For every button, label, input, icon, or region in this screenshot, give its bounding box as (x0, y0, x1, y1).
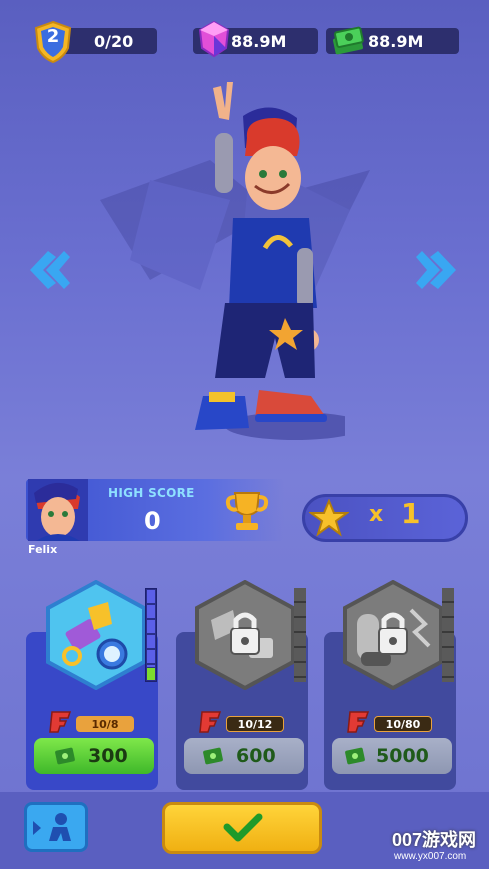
watermark-url: www.yx007.com (394, 851, 467, 862)
upgrade-3-price: 5000 (376, 745, 429, 767)
upgrade-3-level-bar (442, 588, 454, 682)
level-progress-text: 0/20 (94, 31, 134, 51)
watermark-title: 007游戏网 (392, 830, 477, 850)
gem-icon (198, 20, 230, 58)
gems-value: 88.9M (231, 31, 287, 51)
runner-back-icon (33, 813, 71, 841)
upgrade-1-price: 300 (88, 745, 128, 767)
character-name-label: Felix (28, 543, 58, 556)
cash-value: 88.9M (368, 31, 424, 51)
upgrade-1-level-bar (145, 588, 157, 682)
trophy-icon (225, 492, 269, 530)
star-multiplier-panel: x 1 (302, 494, 468, 542)
upgrade-1-buy-button[interactable]: 300 (34, 738, 154, 774)
token-f-icon (199, 711, 222, 733)
upgrade-3-progress: 10/80 (374, 716, 432, 732)
token-f-icon (347, 711, 370, 733)
high-score-card: HIGH SCORE 0 Felix (26, 479, 284, 557)
character-select-screen: 0/20 2 88.9M 88.9M HIGH SCORE 0 Felix x … (0, 0, 489, 869)
upgrade-2-level-bar (294, 588, 306, 682)
next-character-arrow-icon[interactable] (414, 245, 464, 295)
high-score-value: 0 (144, 507, 161, 535)
magnet-alarm-powerup-icon[interactable] (44, 580, 148, 690)
high-score-label: HIGH SCORE (108, 486, 195, 500)
cash-icon (345, 747, 365, 765)
locked-powerup-3-icon[interactable] (341, 580, 445, 690)
upgrade-3-buy-button[interactable]: 5000 (332, 738, 452, 774)
previous-character-arrow-icon[interactable] (22, 245, 72, 295)
felix-portrait-avatar (28, 479, 88, 541)
cash-icon (203, 747, 223, 765)
cash-icon (55, 747, 75, 765)
cash-stack-icon (333, 26, 364, 55)
back-character-list-button[interactable] (24, 802, 88, 852)
multiplier-value: 1 (401, 497, 421, 530)
upgrade-2-progress: 10/12 (226, 716, 284, 732)
level-progress-bar: 0/20 (60, 28, 157, 54)
checkmark-icon (223, 813, 263, 842)
star-icon (309, 499, 349, 537)
locked-powerup-2-icon[interactable] (193, 580, 297, 690)
upgrade-1-progress: 10/8 (76, 716, 134, 732)
level-number: 2 (46, 26, 60, 47)
upgrade-2-price: 600 (236, 745, 276, 767)
confirm-select-button[interactable] (162, 802, 322, 854)
character-model-felix (195, 82, 345, 440)
multiplier-x: x (369, 502, 384, 527)
token-f-icon (49, 711, 72, 733)
upgrade-2-buy-button[interactable]: 600 (184, 738, 304, 774)
